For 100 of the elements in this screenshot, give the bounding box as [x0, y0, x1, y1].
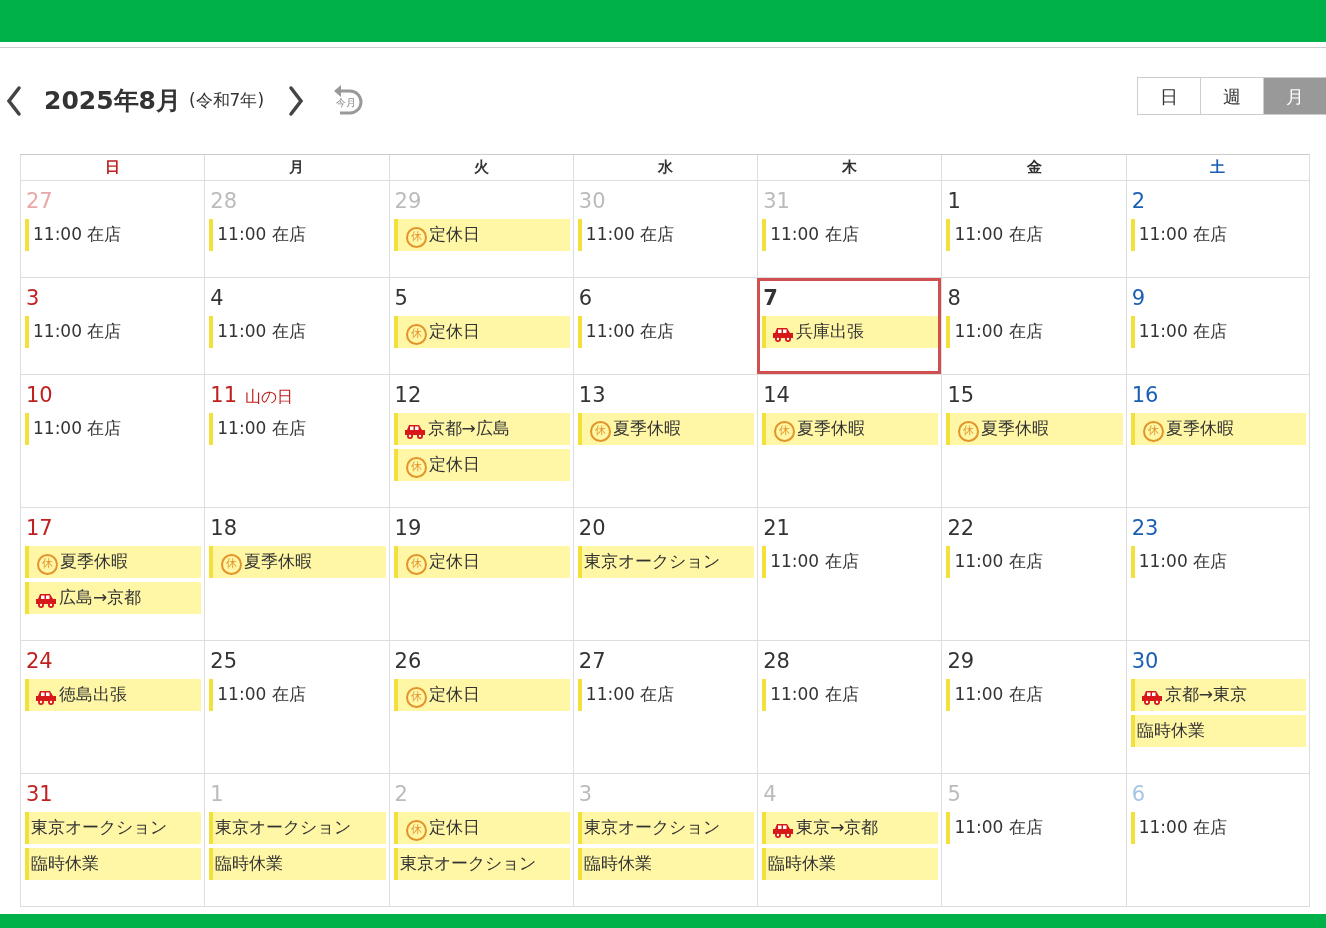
event-item[interactable]: 11:00 在店: [946, 316, 1123, 348]
event-item[interactable]: 休 夏季休暇: [946, 413, 1123, 445]
day-number: 9: [1130, 285, 1146, 312]
event-item[interactable]: 休 定休日: [393, 546, 570, 578]
day-number: 25: [209, 648, 237, 675]
event-item[interactable]: 11:00 在店: [946, 812, 1123, 844]
closed-badge-icon: 休: [405, 553, 427, 575]
event-item[interactable]: 東京オークション: [577, 812, 755, 844]
closed-badge-icon: 休: [405, 323, 427, 345]
event-item[interactable]: 臨時休業: [209, 848, 386, 880]
closed-badge-icon: 休: [589, 420, 611, 442]
event-item[interactable]: 広島→京都: [25, 582, 202, 614]
event-item[interactable]: 11:00 在店: [209, 413, 386, 445]
event-item[interactable]: 休 定休日: [393, 449, 570, 481]
day-number: 28: [209, 188, 237, 215]
view-tab[interactable]: 週: [1200, 77, 1264, 115]
event-item[interactable]: 11:00 在店: [209, 316, 386, 348]
event-item[interactable]: 11:00 在店: [209, 679, 386, 711]
day-number: 31: [762, 188, 790, 215]
event-item[interactable]: 11:00 在店: [762, 679, 939, 711]
event-item[interactable]: 休 定休日: [393, 316, 570, 348]
view-tab[interactable]: 日: [1137, 77, 1201, 115]
day-number: 26: [393, 648, 422, 675]
event-item[interactable]: 京都→東京: [1130, 679, 1306, 711]
day-number: 2: [1130, 188, 1146, 215]
day-number: 27: [25, 188, 53, 215]
day-number: 2: [393, 781, 408, 808]
day-number: 8: [946, 285, 961, 312]
event-item[interactable]: 11:00 在店: [577, 316, 755, 348]
event-item[interactable]: 臨時休業: [762, 848, 939, 880]
day-number: 18: [209, 515, 237, 542]
day-number: 27: [577, 648, 606, 675]
event-item[interactable]: 11:00 在店: [25, 316, 202, 348]
car-icon: [772, 822, 795, 838]
day-number: 3: [577, 781, 593, 808]
closed-badge-icon: 休: [405, 686, 427, 708]
weekday-header: 木: [757, 155, 942, 180]
day-number: 4: [762, 781, 777, 808]
event-item[interactable]: 11:00 在店: [1130, 316, 1306, 348]
event-item[interactable]: 休 夏季休暇: [577, 413, 755, 445]
day-number: 12: [393, 382, 422, 409]
day-number: 10: [25, 382, 53, 409]
closed-badge-icon: 休: [1142, 420, 1164, 442]
day-number: 29: [393, 188, 422, 215]
event-item[interactable]: 11:00 在店: [209, 219, 386, 251]
event-item[interactable]: 休 定休日: [393, 219, 570, 251]
weekday-header: 金: [941, 155, 1126, 180]
event-item[interactable]: 東京→京都: [762, 812, 939, 844]
event-item[interactable]: 休 夏季休暇: [762, 413, 939, 445]
day-number: 11: [209, 382, 237, 409]
event-item[interactable]: 徳島出張: [25, 679, 202, 711]
car-icon: [35, 689, 57, 705]
event-item[interactable]: 兵庫出張: [762, 316, 939, 348]
event-item[interactable]: 休 夏季休暇: [209, 546, 386, 578]
event-item[interactable]: 11:00 在店: [577, 219, 755, 251]
weekday-header: 火: [388, 155, 573, 180]
weekday-header: 土: [1125, 155, 1310, 180]
day-number: 3: [25, 285, 40, 312]
this-month-button[interactable]: 今月: [330, 83, 367, 119]
day-number: 1: [946, 188, 961, 215]
event-item[interactable]: 11:00 在店: [762, 219, 939, 251]
month-title: 2025年8月: [44, 85, 181, 118]
event-item[interactable]: 休 定休日: [393, 679, 570, 711]
event-item[interactable]: 休 夏季休暇: [25, 546, 202, 578]
event-item[interactable]: 臨時休業: [1130, 715, 1306, 747]
event-item[interactable]: 11:00 在店: [25, 219, 202, 251]
event-item[interactable]: 11:00 在店: [946, 679, 1123, 711]
closed-badge-icon: 休: [405, 456, 427, 478]
event-item[interactable]: 11:00 在店: [1130, 812, 1306, 844]
closed-badge-icon: 休: [37, 553, 58, 575]
event-item[interactable]: 東京オークション: [393, 848, 570, 880]
weekday-header: 月: [204, 155, 389, 180]
event-item[interactable]: 11:00 在店: [25, 413, 202, 445]
event-item[interactable]: 休 定休日: [393, 812, 570, 844]
event-item[interactable]: 11:00 在店: [946, 546, 1123, 578]
event-item[interactable]: 京都→広島: [393, 413, 570, 445]
car-icon: [403, 423, 426, 439]
day-number: 6: [1130, 781, 1146, 808]
event-item[interactable]: 臨時休業: [25, 848, 202, 880]
day-number: 15: [946, 382, 975, 409]
event-item[interactable]: 11:00 在店: [577, 679, 755, 711]
day-number: 28: [762, 648, 790, 675]
event-item[interactable]: 東京オークション: [25, 812, 202, 844]
event-item[interactable]: 11:00 在店: [762, 546, 939, 578]
event-item[interactable]: 東京オークション: [577, 546, 755, 578]
day-number: 1: [209, 781, 224, 808]
event-item[interactable]: 休 夏季休暇: [1130, 413, 1306, 445]
event-item[interactable]: 11:00 在店: [1130, 546, 1306, 578]
event-item[interactable]: 東京オークション: [209, 812, 386, 844]
car-icon: [772, 326, 795, 342]
day-number: 19: [393, 515, 422, 542]
day-number: 4: [209, 285, 224, 312]
closed-badge-icon: 休: [405, 819, 427, 841]
closed-badge-icon: 休: [958, 420, 980, 442]
event-item[interactable]: 11:00 在店: [1130, 219, 1306, 251]
day-number: 7: [762, 285, 778, 312]
era-label: (令和7年): [189, 89, 265, 113]
event-item[interactable]: 11:00 在店: [946, 219, 1123, 251]
event-item[interactable]: 臨時休業: [577, 848, 755, 880]
day-number: 13: [577, 382, 606, 409]
